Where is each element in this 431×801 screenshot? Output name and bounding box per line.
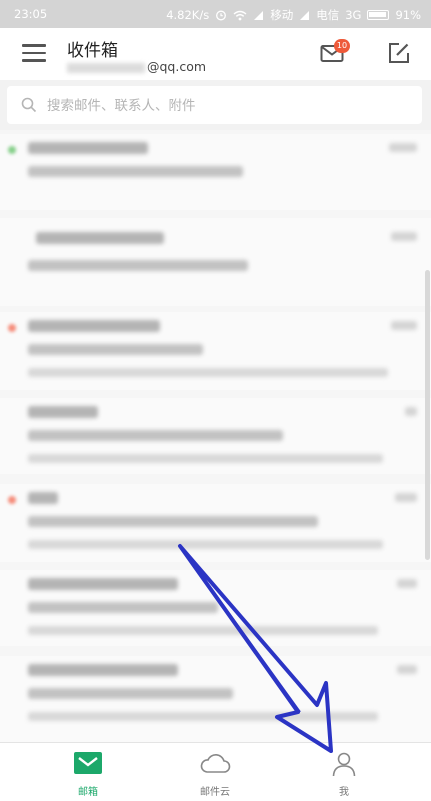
mail-preview: blurred [28, 626, 378, 635]
menu-button[interactable] [22, 44, 46, 64]
carrier-label-1: 移动 [270, 8, 294, 22]
search-icon [21, 97, 37, 113]
mail-date: blurred [395, 493, 417, 502]
unread-count-badge: 10 [334, 39, 350, 53]
search-box [7, 86, 422, 124]
cloud-icon [200, 754, 231, 773]
battery-percent: 91% [395, 8, 421, 22]
menu-icon [22, 44, 46, 47]
mail-list-item[interactable]: blurred blurred blurred blurred [0, 398, 431, 474]
mail-list[interactable]: blurred blurred blurred blurred blurred … [0, 130, 431, 742]
mail-date: blurred [397, 579, 417, 588]
tab-mailbox[interactable]: 邮箱 [23, 743, 153, 801]
mail-preview: blurred [28, 454, 383, 463]
mail-list-item[interactable]: blurred blurred blurred blurred [0, 656, 431, 742]
bottom-tab-bar: 邮箱 邮件云 我 [0, 742, 431, 801]
page-title: 收件箱 [67, 41, 118, 61]
tab-mail-cloud[interactable]: 邮件云 [150, 743, 280, 801]
mail-subject: blurred [28, 344, 203, 355]
wifi-icon [233, 10, 247, 20]
masked-account-name [67, 62, 145, 73]
network-type: 3G [345, 8, 362, 22]
mail-sender: blurred [36, 232, 164, 244]
tab-me[interactable]: 我 [279, 743, 409, 801]
mail-date: blurred [405, 407, 417, 416]
signal-icon [300, 10, 310, 20]
account-domain: @qq.com [147, 59, 207, 74]
mail-sender: blurred [28, 492, 58, 504]
mail-date: blurred [397, 665, 417, 674]
mail-subject: blurred [28, 602, 218, 613]
mail-list-item[interactable]: blurred blurred blurred blurred [0, 312, 431, 390]
mail-list-item[interactable]: blurred blurred blurred blurred [0, 570, 431, 646]
menu-icon-bar [22, 59, 46, 62]
mail-preview: blurred [28, 540, 383, 549]
mail-subject: blurred [28, 260, 248, 271]
carrier-label-2: 电信 [316, 8, 340, 22]
mail-list-item[interactable]: blurred blurred blurred blurred [0, 484, 431, 562]
mail-date: blurred [391, 232, 417, 241]
mail-list-item[interactable]: blurred blurred blurred [0, 218, 431, 306]
mail-sender: blurred [28, 406, 98, 418]
compose-icon [389, 43, 409, 63]
mail-subject: blurred [28, 516, 318, 527]
unread-indicator [8, 496, 16, 504]
mail-preview: blurred [28, 368, 388, 377]
mail-date: blurred [389, 143, 417, 152]
mail-date: blurred [391, 321, 417, 330]
signal-icon [254, 10, 264, 20]
mail-subject: blurred [28, 166, 243, 177]
menu-icon-bar [22, 51, 46, 54]
mail-sender: blurred [28, 142, 148, 154]
status-bar: 23:05 4.82K/s 移动 电信 3G 91% [0, 0, 431, 28]
status-time: 23:05 [14, 7, 48, 21]
unread-indicator [8, 146, 16, 154]
person-icon [332, 752, 356, 777]
network-speed: 4.82K/s [166, 8, 210, 22]
mail-subject: blurred [28, 430, 283, 441]
mail-preview: blurred [28, 712, 378, 721]
tab-mailbox-label: 邮箱 [78, 787, 98, 798]
list-scrollbar[interactable] [425, 270, 430, 560]
battery-icon [367, 10, 390, 20]
mail-list-item[interactable]: blurred blurred blurred [0, 134, 431, 210]
mail-sender: blurred [28, 664, 178, 676]
search-section [0, 80, 431, 130]
mail-sender: blurred [28, 320, 160, 332]
tab-me-label: 我 [339, 787, 349, 798]
tab-mail-cloud-label: 邮件云 [200, 787, 230, 798]
app-header: 收件箱 @qq.com 10 [0, 28, 431, 80]
compose-button[interactable] [387, 41, 411, 65]
mail-subject: blurred [28, 688, 233, 699]
mail-sender: blurred [28, 578, 178, 590]
mail-icon [74, 752, 102, 774]
unread-indicator [8, 324, 16, 332]
alarm-icon [216, 10, 227, 21]
search-input[interactable] [45, 92, 409, 120]
account-email: @qq.com [67, 59, 206, 74]
